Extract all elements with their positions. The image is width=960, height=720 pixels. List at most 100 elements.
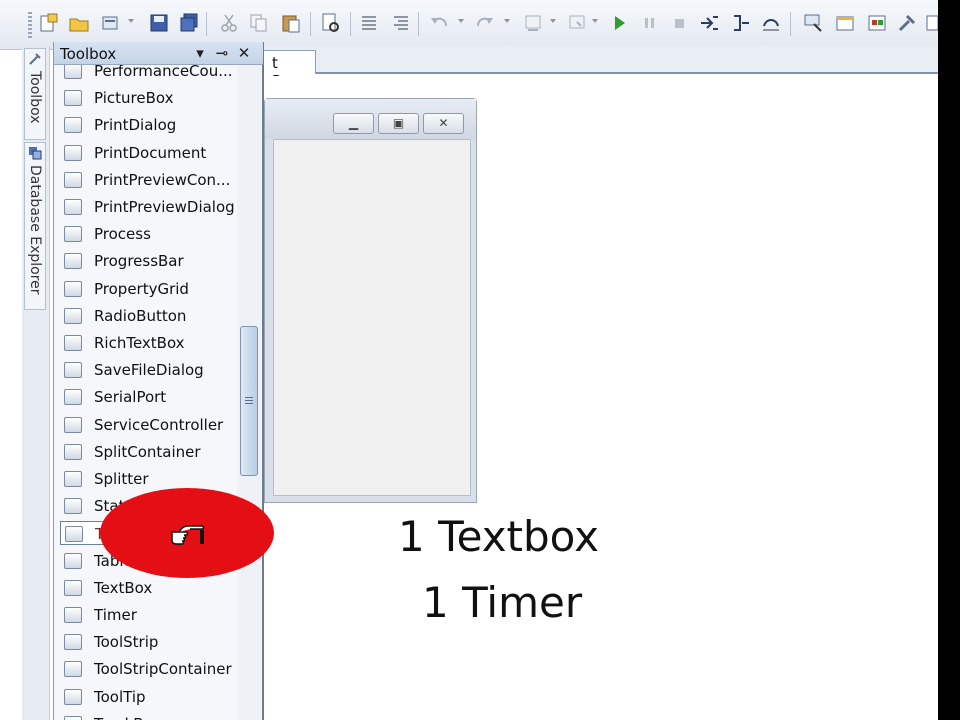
- splitter-icon: [64, 471, 82, 487]
- toolbox-item[interactable]: ToolTip: [60, 685, 232, 709]
- toolbox-item-label: SaveFileDialog: [94, 361, 204, 380]
- toolbox-item[interactable]: Splitter: [60, 467, 232, 491]
- tab-start-page[interactable]: t Page: [264, 50, 316, 90]
- annotation-line-2: 1 Timer: [422, 578, 583, 627]
- toolbox-item[interactable]: Process: [60, 222, 232, 246]
- side-tab-toolbox[interactable]: Toolbox: [24, 48, 46, 140]
- toolbox-item-label: PrintDialog: [94, 116, 177, 135]
- properties-window-icon[interactable]: [834, 12, 856, 34]
- add-item-dropdown-arrow[interactable]: [128, 19, 134, 23]
- toolbox-item-label: ProgressBar: [94, 252, 184, 271]
- toolbox-item-label: Process: [94, 225, 151, 244]
- toolbox-item[interactable]: SerialPort: [60, 385, 232, 409]
- show-next-statement-icon[interactable]: [698, 12, 720, 34]
- auto-hide-pin-icon[interactable]: ⊸: [214, 45, 230, 61]
- scrollbar-thumb[interactable]: [240, 326, 258, 476]
- toolbox-item[interactable]: ToolStripContainer: [60, 657, 232, 681]
- statusstrip-icon: [64, 498, 82, 515]
- toolbox-item-label: PrintPreviewDialog: [94, 198, 235, 216]
- toolbox-item-label: Timer: [94, 606, 137, 624]
- new-project-icon[interactable]: [38, 12, 60, 34]
- toolbox-item[interactable]: TrackBar: [60, 712, 232, 720]
- toolbox-item-label: ToolTip: [94, 687, 146, 706]
- save-all-icon[interactable]: [178, 12, 200, 34]
- toolbox-item-label: SplitContainer: [94, 442, 201, 461]
- progressbar-icon: [64, 253, 82, 270]
- comment-lines-icon[interactable]: [358, 12, 380, 34]
- toolbox-item-label: TrackBar: [94, 715, 159, 720]
- design-form[interactable]: ▁ ▣ ✕: [264, 98, 477, 503]
- toolbox-item[interactable]: PictureBox: [60, 86, 232, 110]
- start-page-icon[interactable]: [926, 12, 938, 34]
- toolbox-item[interactable]: SplitContainer: [60, 440, 232, 464]
- navigate-backward-icon[interactable]: [522, 12, 544, 34]
- toolbox-item[interactable]: PerformanceCou...: [60, 65, 233, 83]
- toolbox-item[interactable]: TextBox: [60, 576, 232, 600]
- toolbox-item[interactable]: PropertyGrid: [60, 277, 232, 301]
- find-in-files-icon[interactable]: [320, 12, 342, 34]
- toolbox-item-label: PictureBox: [94, 89, 174, 108]
- start-debugging-icon[interactable]: [608, 12, 630, 34]
- toolbox-item[interactable]: ServiceController: [60, 413, 232, 437]
- toolbox-item[interactable]: RichTextBox: [60, 331, 232, 355]
- tools-icon[interactable]: [896, 12, 918, 34]
- thumb-grip-line: [245, 397, 253, 398]
- splitcontainer-icon: [64, 443, 82, 460]
- step-into-icon[interactable]: [730, 12, 752, 34]
- add-item-icon[interactable]: [100, 12, 122, 34]
- close-icon[interactable]: ✕: [236, 45, 252, 61]
- open-folder-icon[interactable]: [68, 12, 90, 34]
- undo-icon[interactable]: [428, 12, 450, 34]
- redo-icon[interactable]: [474, 12, 496, 34]
- toolbox-item[interactable]: ToolStrip: [60, 630, 232, 654]
- navigate-forward-icon[interactable]: [566, 12, 588, 34]
- toolbox-item[interactable]: PrintDialog: [60, 113, 232, 137]
- toolbox-item[interactable]: ProgressBar: [60, 249, 232, 273]
- tablelayoutpanel-icon: [64, 552, 82, 569]
- break-all-icon[interactable]: [638, 12, 660, 34]
- toolbox-item[interactable]: PrintPreviewCon...: [60, 168, 232, 192]
- timer-icon: [64, 607, 82, 623]
- thumb-grip-line: [245, 400, 253, 401]
- toolstrip-icon: [64, 634, 82, 651]
- performance-counter-icon: [64, 65, 82, 79]
- stop-debugging-icon[interactable]: [668, 12, 690, 34]
- minimize-icon: ▁: [348, 116, 359, 130]
- toolbox-item[interactable]: RadioButton: [60, 304, 232, 328]
- toolbar-grip[interactable]: [28, 12, 32, 38]
- maximize-button[interactable]: ▣: [378, 113, 419, 134]
- uncomment-lines-icon[interactable]: [390, 12, 412, 34]
- side-tab-label: Toolbox: [27, 71, 43, 124]
- toolbox-item[interactable]: PrintDocument: [60, 141, 232, 165]
- toolbox-item[interactable]: SaveFileDialog: [60, 358, 232, 382]
- save-icon[interactable]: [148, 12, 170, 34]
- navigate-backward-dropdown-arrow[interactable]: [550, 19, 556, 23]
- toolbox-item[interactable]: PrintPreviewDialog: [60, 195, 235, 219]
- undo-dropdown-arrow[interactable]: [458, 19, 464, 23]
- minimize-button[interactable]: ▁: [333, 113, 374, 134]
- redo-dropdown-arrow[interactable]: [504, 19, 510, 23]
- propertygrid-icon: [64, 280, 82, 297]
- toolbar-separator: [310, 12, 311, 36]
- maximize-icon: ▣: [392, 116, 405, 130]
- toolbox-item-label: SerialPort: [94, 388, 167, 407]
- toolbox-scrollbar[interactable]: [237, 65, 261, 720]
- step-over-icon[interactable]: [760, 12, 782, 34]
- side-tab-database-explorer[interactable]: Database Explorer: [24, 142, 46, 310]
- form-title-bar[interactable]: ▁ ▣ ✕: [265, 99, 476, 139]
- toolbox-panel: Toolbox ▾ ⊸ ✕ PerformanceCou... PictureBo…: [53, 42, 264, 720]
- toolbar-separator: [790, 12, 791, 36]
- cut-icon[interactable]: [218, 12, 240, 34]
- object-browser-icon[interactable]: [866, 12, 888, 34]
- side-tab-label: Database Explorer: [27, 165, 43, 295]
- find-symbol-icon[interactable]: [802, 12, 824, 34]
- savefiledialog-icon: [64, 362, 82, 379]
- window-position-dropdown-icon[interactable]: ▾: [192, 45, 208, 61]
- toolbox-item[interactable]: Timer: [60, 603, 232, 627]
- form-client-area[interactable]: [273, 139, 471, 496]
- navigate-forward-dropdown-arrow[interactable]: [592, 19, 598, 23]
- close-button[interactable]: ✕: [423, 113, 464, 134]
- paste-icon[interactable]: [280, 12, 302, 34]
- document-tab-strip: t Page: [264, 46, 938, 90]
- copy-icon[interactable]: [248, 12, 270, 34]
